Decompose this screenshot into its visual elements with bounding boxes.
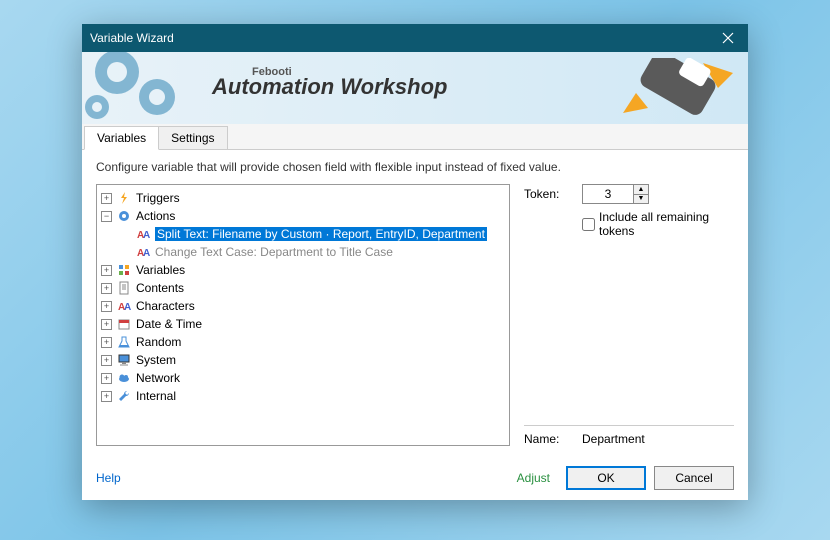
tab-settings[interactable]: Settings [158,126,227,149]
tree-item-variables[interactable]: + Variables [101,261,505,279]
include-checkbox[interactable] [582,218,595,231]
token-input[interactable] [583,185,633,203]
titlebar: Variable Wizard [82,24,748,52]
spinner-up[interactable]: ▲ [634,185,648,195]
svg-text:A: A [124,302,131,313]
tree-item-random[interactable]: + Random [101,333,505,351]
tab-bar: Variables Settings [82,124,748,150]
text-icon: AA [135,244,151,260]
monitor-icon [116,352,132,368]
pen-icon [618,58,738,118]
expander-icon[interactable]: + [101,373,112,384]
tree-item-system[interactable]: + System [101,351,505,369]
tree-item-split-text[interactable]: AA Split Text: Filename by Custom · Repo… [101,225,505,243]
close-button[interactable] [708,24,748,52]
token-row: Token: ▲ ▼ [524,184,734,204]
name-row: Name: Department [524,425,734,446]
gears-icon [82,52,222,124]
tree-item-characters[interactable]: + AA Characters [101,297,505,315]
text-icon: AA [116,298,132,314]
tree-item-datetime[interactable]: + Date & Time [101,315,505,333]
help-link[interactable]: Help [96,471,121,485]
bolt-icon [116,190,132,206]
tree-item-triggers[interactable]: + Triggers [101,189,505,207]
svg-text:A: A [143,230,150,241]
expander-icon[interactable]: − [101,211,112,222]
content-area: Configure variable that will provide cho… [82,150,748,456]
expander-icon[interactable]: + [101,319,112,330]
gear-icon [116,208,132,224]
expander-icon[interactable]: + [101,283,112,294]
calendar-icon [116,316,132,332]
variables-icon [116,262,132,278]
tree-item-network[interactable]: + Network [101,369,505,387]
footer: Help Adjust OK Cancel [82,456,748,500]
tab-variables[interactable]: Variables [84,126,159,150]
tree-item-change-case[interactable]: AA Change Text Case: Department to Title… [101,243,505,261]
window-title: Variable Wizard [90,31,708,45]
include-label[interactable]: Include all remaining tokens [599,210,734,238]
token-spinner[interactable]: ▲ ▼ [582,184,649,204]
flask-icon [116,334,132,350]
svg-text:A: A [143,248,150,259]
tree-item-actions[interactable]: − Actions [101,207,505,225]
tree-view[interactable]: + Triggers − Actions AA Split Text: File… [96,184,510,446]
dialog-window: Variable Wizard Febooti Automation Works… [82,24,748,500]
document-icon [116,280,132,296]
cancel-button[interactable]: Cancel [654,466,734,490]
text-icon: AA [135,226,151,242]
wrench-icon [116,388,132,404]
tree-item-internal[interactable]: + Internal [101,387,505,405]
tree-item-contents[interactable]: + Contents [101,279,505,297]
description-text: Configure variable that will provide cho… [96,160,734,174]
banner-title: Automation Workshop [212,74,447,100]
token-label: Token: [524,187,574,201]
cloud-icon [116,370,132,386]
side-panel: Token: ▲ ▼ Include all remaining tokens … [524,184,734,446]
expander-icon[interactable]: + [101,301,112,312]
close-icon [722,32,734,44]
expander-icon[interactable]: + [101,337,112,348]
expander-icon[interactable]: + [101,265,112,276]
name-value: Department [582,432,645,446]
adjust-link[interactable]: Adjust [517,471,550,485]
spinner-down[interactable]: ▼ [634,195,648,204]
banner: Febooti Automation Workshop [82,52,748,124]
expander-icon[interactable]: + [101,391,112,402]
include-row: Include all remaining tokens [582,210,734,238]
main-panel: + Triggers − Actions AA Split Text: File… [96,184,734,446]
expander-icon[interactable]: + [101,193,112,204]
ok-button[interactable]: OK [566,466,646,490]
expander-icon[interactable]: + [101,355,112,366]
name-label: Name: [524,432,574,446]
